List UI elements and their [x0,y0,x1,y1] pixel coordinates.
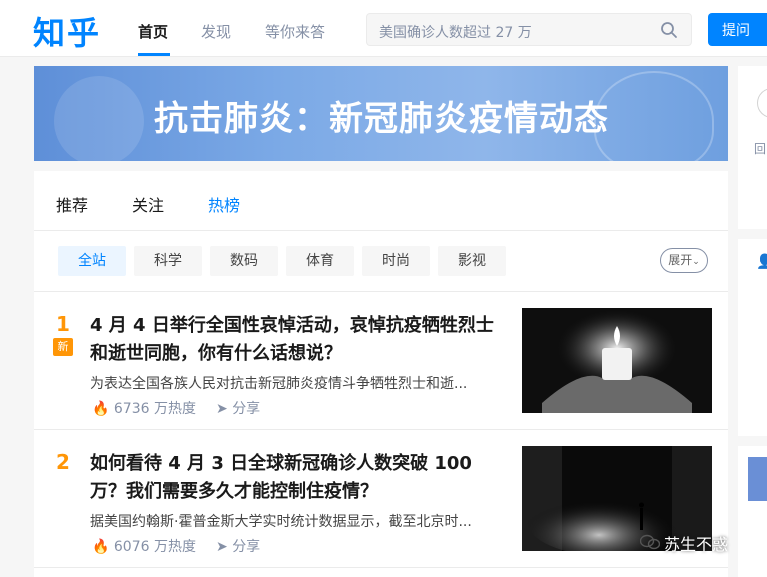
hot-item-title[interactable]: 如何看待 4 月 3 日全球新冠确诊人数突破 100 万？我们需要多久才能控制住… [90,450,500,506]
nav-discover[interactable]: 发现 [201,21,231,42]
sidebar-thumbnail[interactable] [748,457,767,501]
ask-button[interactable]: 提问 [708,13,767,46]
paper-plane-icon: ➤ [216,401,228,417]
rank-number: 1 [56,312,70,336]
sidebar-partial-label[interactable]: 回 [754,140,766,157]
expand-button[interactable]: 展开⌄ [660,248,708,273]
share-label: 分享 [232,539,261,555]
lungs-illustration [594,71,714,161]
hot-item[interactable]: 2 如何看待 4 月 3 日全球新冠确诊人数突破 100 万？我们需要多久才能控… [34,430,728,568]
item-divider [34,567,728,568]
banner-title: 抗击肺炎：新冠肺炎疫情动态 [154,99,609,139]
expand-label: 展开 [668,253,693,267]
hot-item-title[interactable]: 4 月 4 日举行全国性哀悼活动，哀悼抗疫牺牲烈士和逝世同胞，你有什么话想说？ [90,312,500,368]
paper-plane-icon: ➤ [216,539,228,555]
rank-number: 2 [56,450,70,474]
tab-follow[interactable]: 关注 [132,192,164,216]
flame-icon: 🔥 [92,539,110,555]
candle-thumbnail[interactable] [522,308,712,413]
heat-metric: 🔥 6736 万热度 [92,398,196,418]
filter-fashion[interactable]: 时尚 [362,246,430,276]
filter-sports[interactable]: 体育 [286,246,354,276]
new-badge: 新 [53,338,73,356]
tabs-divider [34,230,728,231]
share-button[interactable]: ➤ 分享 [216,398,260,418]
wechat-icon [640,534,660,550]
heat-value: 6736 万热度 [113,401,196,417]
tab-recommend[interactable]: 推荐 [56,192,88,216]
watermark-text: 苏生不惑 [664,535,729,554]
hot-list-card: 推荐 关注 热榜 全站 科学 数码 体育 时尚 影视 展开⌄ 1 新 4 月 4… [34,171,728,577]
filter-film[interactable]: 影视 [438,246,506,276]
heat-metric: 🔥 6076 万热度 [92,536,196,556]
flame-icon: 🔥 [92,401,110,417]
share-button[interactable]: ➤ 分享 [216,536,260,556]
share-label: 分享 [232,401,261,417]
covid-banner[interactable]: 抗击肺炎：新冠肺炎疫情动态 [34,66,728,161]
search-input[interactable]: 美国确诊人数超过 27 万 [366,13,692,46]
hot-item-excerpt[interactable]: 据美国约翰斯·霍普金斯大学实时统计数据显示，截至北京时... [90,511,500,531]
banner-decoration [54,76,144,161]
filter-all[interactable]: 全站 [58,246,126,276]
search-icon[interactable] [660,21,678,39]
filter-digital[interactable]: 数码 [210,246,278,276]
filter-science[interactable]: 科学 [134,246,202,276]
hot-item[interactable]: 1 新 4 月 4 日举行全国性哀悼活动，哀悼抗疫牺牲烈士和逝世同胞，你有什么话… [34,292,728,430]
top-bar: 知乎 首页 发现 等你来答 美国确诊人数超过 27 万 提问 [0,0,767,57]
chevron-down-icon: ⌄ [692,257,700,267]
nav-waiting-answers[interactable]: 等你来答 [265,21,325,42]
user-icon: 👤 [756,254,767,270]
zhihu-logo[interactable]: 知乎 [33,8,101,54]
nav-active-indicator [138,53,170,56]
nav-home[interactable]: 首页 [138,21,168,42]
candle-image [522,308,712,413]
tab-hot-list[interactable]: 热榜 [208,192,240,216]
heat-value: 6076 万热度 [113,539,196,555]
hot-item-excerpt[interactable]: 为表达全国各族人民对抗击新冠肺炎疫情斗争牺牲烈士和逝... [90,373,500,393]
